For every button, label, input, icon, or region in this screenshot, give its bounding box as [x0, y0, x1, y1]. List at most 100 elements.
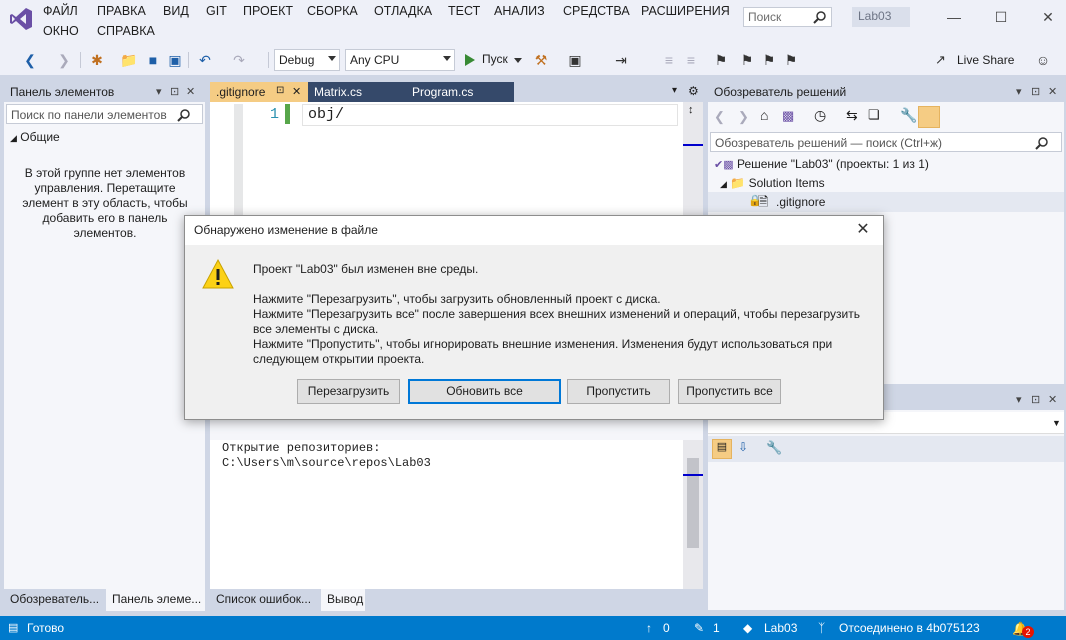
solution-node[interactable]: ✔▩ Решение "Lab03" (проекты: 1 из 1) [714, 157, 929, 171]
comment-icon[interactable]: ≡ [660, 50, 678, 70]
branch-icon[interactable]: ᛉ [818, 621, 825, 635]
menu-project[interactable]: ПРОЕКТ [243, 4, 293, 18]
menu-window[interactable]: ОКНО [43, 24, 79, 38]
dropdown-icon[interactable]: ▾ [156, 85, 162, 98]
next-bookmark-icon[interactable]: ⚑ [760, 50, 778, 70]
configuration-value: Debug [279, 53, 315, 67]
tab-toolbox[interactable]: Панель элеме... [106, 589, 205, 611]
gear-icon[interactable]: ⚙ [688, 84, 699, 98]
repo-name[interactable]: Lab03 [764, 621, 797, 635]
maximize-icon[interactable]: ☐ [990, 6, 1012, 28]
tab-output[interactable]: Вывод [321, 589, 365, 611]
bookmark-icon[interactable]: ⚑ [712, 50, 730, 70]
start-button[interactable]: Пуск [462, 49, 524, 71]
pin-icon[interactable]: ⊡ [276, 85, 284, 96]
file-node-selected[interactable]: 🔒 🗎 .gitignore [708, 192, 1064, 212]
close-icon[interactable]: ✕ [292, 85, 301, 98]
close-icon[interactable]: ✕ [186, 85, 195, 98]
reload-all-button[interactable]: Обновить все [408, 379, 561, 404]
forward-icon[interactable]: ❯ [738, 109, 749, 125]
vertical-scrollbar[interactable]: ↕ [683, 102, 703, 222]
attach-icon[interactable]: ⚒ [532, 50, 550, 70]
back-icon[interactable]: ❮ [714, 109, 725, 125]
redo-icon[interactable]: ↷ [230, 50, 248, 70]
reload-button[interactable]: Перезагрузить [297, 379, 400, 404]
clear-bookmarks-icon[interactable]: ⚑ [782, 50, 800, 70]
tab-error-list[interactable]: Список ошибок... [210, 589, 320, 611]
history-icon[interactable]: ◷ [814, 107, 826, 124]
sync-icon[interactable]: ⇆ [846, 107, 858, 124]
tab-matrix[interactable]: Matrix.cs [308, 82, 406, 102]
categorized-icon[interactable]: ▤ [712, 439, 732, 459]
ignore-button[interactable]: Пропустить [567, 379, 670, 404]
live-share-button[interactable]: ↗ Live Share [935, 50, 1015, 70]
screenshot-icon[interactable]: ▣ [566, 50, 584, 70]
save-icon[interactable]: ■ [144, 50, 162, 70]
home-icon[interactable]: ⌂ [760, 107, 768, 123]
output-text[interactable]: Открытие репозиториев: C:\Users\m\source… [210, 440, 683, 590]
menu-tools[interactable]: СРЕДСТВА [563, 4, 630, 18]
visual-studio-logo-icon [10, 8, 32, 30]
close-window-icon[interactable]: ✕ [1037, 6, 1059, 28]
indent-icon[interactable]: ⇥ [612, 50, 630, 70]
branch-status[interactable]: Отсоединено в 4b075123 [839, 621, 980, 635]
uncomment-icon[interactable]: ≡ [682, 50, 700, 70]
forward-icon[interactable]: ❯ [56, 50, 72, 70]
dropdown-icon[interactable]: ▾ [1016, 85, 1022, 98]
dialog-title-bar: Обнаружено изменение в файле ✕ [185, 216, 883, 245]
tab-solution-explorer-left[interactable]: Обозреватель... [4, 589, 104, 611]
code-editor[interactable]: 1 obj/ ↕ [210, 102, 703, 222]
toolbox-search-input[interactable]: Поиск по панели элементов [6, 104, 203, 124]
tab-gitignore[interactable]: .gitignore ⊡ ✕ [210, 82, 308, 102]
switch-views-icon[interactable]: ▩ [782, 108, 794, 124]
configuration-select[interactable]: Debug [274, 49, 340, 71]
open-folder-icon[interactable]: 📁 [120, 50, 138, 70]
scroll-thumb[interactable] [687, 458, 699, 548]
solution-items-folder[interactable]: ◢ 📁 Solution Items [720, 176, 825, 190]
tab-program[interactable]: Program.cs [406, 82, 514, 102]
menu-build[interactable]: СБОРКА [307, 4, 358, 18]
undo-icon[interactable]: ↶ [196, 50, 214, 70]
save-all-icon[interactable]: ▣ [166, 50, 184, 70]
pin-icon[interactable]: ⊡ [170, 85, 179, 98]
menu-help[interactable]: СПРАВКА [97, 24, 155, 38]
tab-dropdown-icon[interactable]: ▾ [672, 85, 677, 96]
dropdown-icon[interactable]: ▾ [1016, 393, 1022, 406]
separator [268, 52, 269, 68]
menu-analyze[interactable]: АНАЛИЗ [494, 4, 545, 18]
prev-bookmark-icon[interactable]: ⚑ [738, 50, 756, 70]
push-icon[interactable]: ↑ [646, 621, 652, 635]
menu-extensions[interactable]: РАСШИРЕНИЯ [641, 4, 730, 18]
back-icon[interactable]: ❮ [22, 50, 38, 70]
minimize-icon[interactable]: — [943, 6, 965, 28]
platform-select[interactable]: Any CPU [345, 49, 455, 71]
pin-icon[interactable]: ⊡ [1031, 85, 1040, 98]
wrench-icon[interactable]: 🔧 [766, 440, 782, 456]
toolbox-group-general[interactable]: ◢ Общие [10, 130, 60, 144]
solution-search-input[interactable]: Обозреватель решений — поиск (Ctrl+ж) [710, 132, 1062, 152]
global-search-input[interactable]: Поиск [743, 7, 832, 27]
alphabetical-icon[interactable]: ⇩ [738, 440, 748, 454]
menu-debug[interactable]: ОТЛАДКА [374, 4, 432, 18]
split-icon[interactable]: ↕ [688, 104, 694, 116]
menu-view[interactable]: ВИД [163, 4, 189, 18]
menu-file[interactable]: ФАЙЛ [43, 4, 78, 18]
feedback-icon[interactable]: ☺ [1034, 50, 1052, 70]
close-icon[interactable]: ✕ [1048, 85, 1057, 98]
preview-icon[interactable] [918, 106, 940, 128]
close-icon[interactable]: ✕ [853, 220, 873, 240]
pencil-icon[interactable]: ✎ [694, 621, 704, 635]
ignore-all-button[interactable]: Пропустить все [678, 379, 781, 404]
repo-icon[interactable]: ◆ [743, 621, 752, 635]
collapse-all-icon[interactable]: ❏ [868, 107, 880, 123]
wrench-icon[interactable]: 🔧 [900, 107, 917, 124]
menu-test[interactable]: ТЕСТ [448, 4, 480, 18]
pin-icon[interactable]: ⊡ [1031, 393, 1040, 406]
status-text: Готово [27, 621, 65, 635]
new-item-icon[interactable]: ✱ [88, 50, 106, 70]
menu-edit[interactable]: ПРАВКА [97, 4, 146, 18]
output-scrollbar[interactable] [683, 440, 703, 590]
menu-git[interactable]: GIT [206, 4, 227, 18]
close-icon[interactable]: ✕ [1048, 393, 1057, 406]
search-placeholder: Поиск [748, 10, 782, 24]
